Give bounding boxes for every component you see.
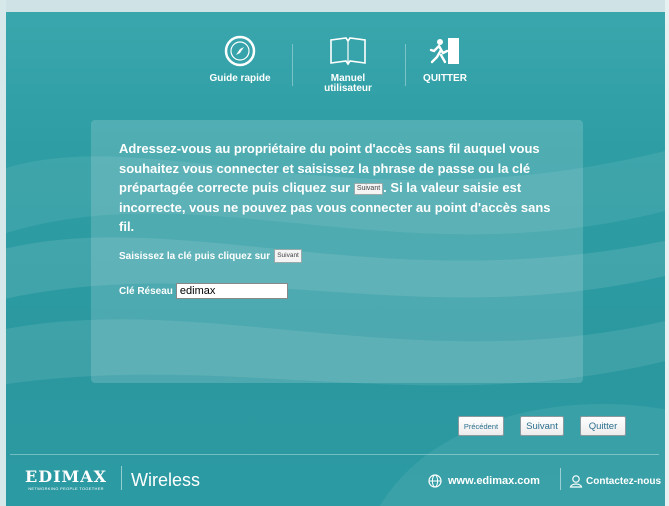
nav-quit[interactable]: QUITTER	[415, 32, 475, 102]
network-key-row: Clé Réseau	[119, 283, 288, 299]
nav-separator	[405, 44, 406, 86]
right-border	[665, 0, 669, 506]
top-strip	[0, 0, 669, 12]
quit-button[interactable]: Quitter	[580, 416, 626, 436]
compass-icon	[223, 32, 257, 70]
logo-wordmark: EDIMAX	[25, 467, 108, 486]
website-link[interactable]: www.edimax.com	[428, 474, 540, 488]
nav-quick-guide-label: Guide rapide	[209, 73, 271, 84]
network-key-input[interactable]	[175, 283, 288, 299]
footer-separator	[121, 466, 122, 490]
website-link-text: www.edimax.com	[448, 475, 540, 487]
footer-separator	[560, 468, 561, 490]
contact-icon	[569, 475, 583, 488]
left-border	[0, 0, 6, 506]
inline-next-label: Suivant	[353, 183, 384, 195]
footer-divider	[10, 454, 659, 455]
edimax-logo: EDIMAX NETWORKING PEOPLE TOGETHER	[25, 467, 108, 492]
nav-user-manual[interactable]: Manuel utilisateur	[318, 32, 378, 102]
exit-icon	[428, 32, 462, 70]
next-button[interactable]: Suivant	[520, 416, 564, 436]
logo-tagline: NETWORKING PEOPLE TOGETHER	[28, 486, 104, 491]
contact-link-text: Contactez-nous	[586, 475, 661, 487]
nav-user-manual-label: Manuel utilisateur	[324, 74, 372, 94]
product-name: Wireless	[131, 470, 201, 490]
nav-user-manual-label-line2: utilisateur	[324, 83, 372, 94]
enter-key-instruction: Saisissez la clé puis cliquez sur Suivan…	[119, 249, 302, 263]
instruction-text: Saisissez la clé puis cliquez sur	[119, 250, 271, 262]
nav-quit-label: QUITTER	[423, 73, 467, 84]
instructions-message: Adressez-vous au propriétaire du point d…	[119, 139, 569, 237]
nav-quick-guide[interactable]: Guide rapide	[205, 32, 275, 102]
nav-separator	[292, 44, 293, 86]
network-key-label: Clé Réseau	[119, 285, 173, 297]
contact-link[interactable]: Contactez-nous	[569, 474, 661, 488]
book-icon	[328, 32, 368, 70]
setup-wizard-window: Guide rapide Manuel utilisateur QUITTER …	[0, 0, 669, 506]
previous-button[interactable]: Précédent	[458, 416, 504, 436]
globe-icon	[428, 474, 442, 488]
instruction-next-label: Suivant	[274, 249, 302, 263]
